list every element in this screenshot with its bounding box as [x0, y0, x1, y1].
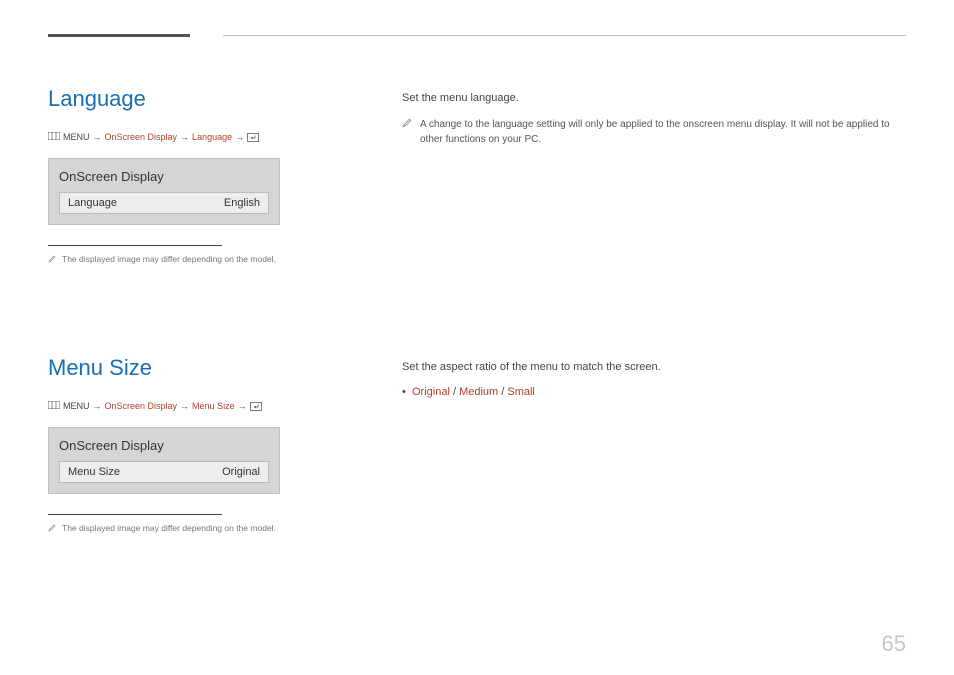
section-language: Language MENU → OnScreen Display → Langu…	[48, 86, 906, 267]
section-title: Language	[48, 86, 348, 112]
note-text: The displayed image may differ depending…	[62, 254, 276, 266]
thin-rule	[223, 35, 906, 36]
option-separator: /	[498, 386, 507, 398]
osd-panel: OnScreen Display Language English	[48, 158, 280, 225]
menu-icon	[48, 132, 60, 142]
breadcrumb-menu-label: MENU	[63, 401, 90, 411]
osd-row: Menu Size Original	[59, 461, 269, 483]
osd-panel-title: OnScreen Display	[59, 438, 269, 453]
right-intro: Set the aspect ratio of the menu to matc…	[402, 359, 906, 376]
left-column: Menu Size MENU → OnScreen Display → Menu…	[48, 355, 348, 536]
option: Medium	[459, 386, 498, 398]
pencil-icon	[48, 524, 56, 536]
osd-row-label: Language	[68, 197, 117, 209]
note-text: The displayed image may differ depending…	[62, 523, 276, 535]
page-number: 65	[882, 631, 906, 657]
breadcrumb: MENU → OnScreen Display → Language →	[48, 132, 348, 142]
breadcrumb-item: Menu Size	[192, 401, 235, 411]
section-menu-size: Menu Size MENU → OnScreen Display → Menu…	[48, 355, 906, 536]
arrow-icon: →	[180, 132, 189, 142]
arrow-icon: →	[93, 401, 102, 411]
osd-row: Language English	[59, 192, 269, 214]
divider	[48, 514, 222, 515]
breadcrumb-item: OnScreen Display	[105, 401, 178, 411]
arrow-icon: →	[238, 401, 247, 411]
divider	[48, 245, 222, 246]
right-note-text: A change to the language setting will on…	[420, 117, 906, 147]
enter-icon	[247, 132, 259, 142]
left-column: Language MENU → OnScreen Display → Langu…	[48, 86, 348, 267]
osd-row-value: Original	[222, 466, 260, 478]
right-intro: Set the menu language.	[402, 90, 906, 107]
menu-icon	[48, 401, 60, 411]
right-column: Set the menu language. A change to the l…	[402, 86, 906, 267]
arrow-icon: →	[235, 132, 244, 142]
options-line: Original / Medium / Small	[402, 386, 906, 398]
breadcrumb-menu-label: MENU	[63, 132, 90, 142]
osd-row-label: Menu Size	[68, 466, 120, 478]
option: Small	[507, 386, 535, 398]
section-title: Menu Size	[48, 355, 348, 381]
right-column: Set the aspect ratio of the menu to matc…	[402, 355, 906, 536]
option-separator: /	[450, 386, 459, 398]
model-differ-note: The displayed image may differ depending…	[48, 523, 348, 536]
osd-panel: OnScreen Display Menu Size Original	[48, 427, 280, 494]
breadcrumb-item: Language	[192, 132, 232, 142]
arrow-icon: →	[180, 401, 189, 411]
osd-panel-title: OnScreen Display	[59, 169, 269, 184]
pencil-icon	[402, 118, 412, 133]
breadcrumb: MENU → OnScreen Display → Menu Size →	[48, 401, 348, 411]
arrow-icon: →	[93, 132, 102, 142]
model-differ-note: The displayed image may differ depending…	[48, 254, 348, 267]
pencil-icon	[48, 255, 56, 267]
option: Original	[412, 386, 450, 398]
thick-rule	[48, 34, 190, 37]
breadcrumb-item: OnScreen Display	[105, 132, 178, 142]
osd-row-value: English	[224, 197, 260, 209]
right-note: A change to the language setting will on…	[402, 117, 906, 147]
enter-icon	[250, 401, 262, 411]
